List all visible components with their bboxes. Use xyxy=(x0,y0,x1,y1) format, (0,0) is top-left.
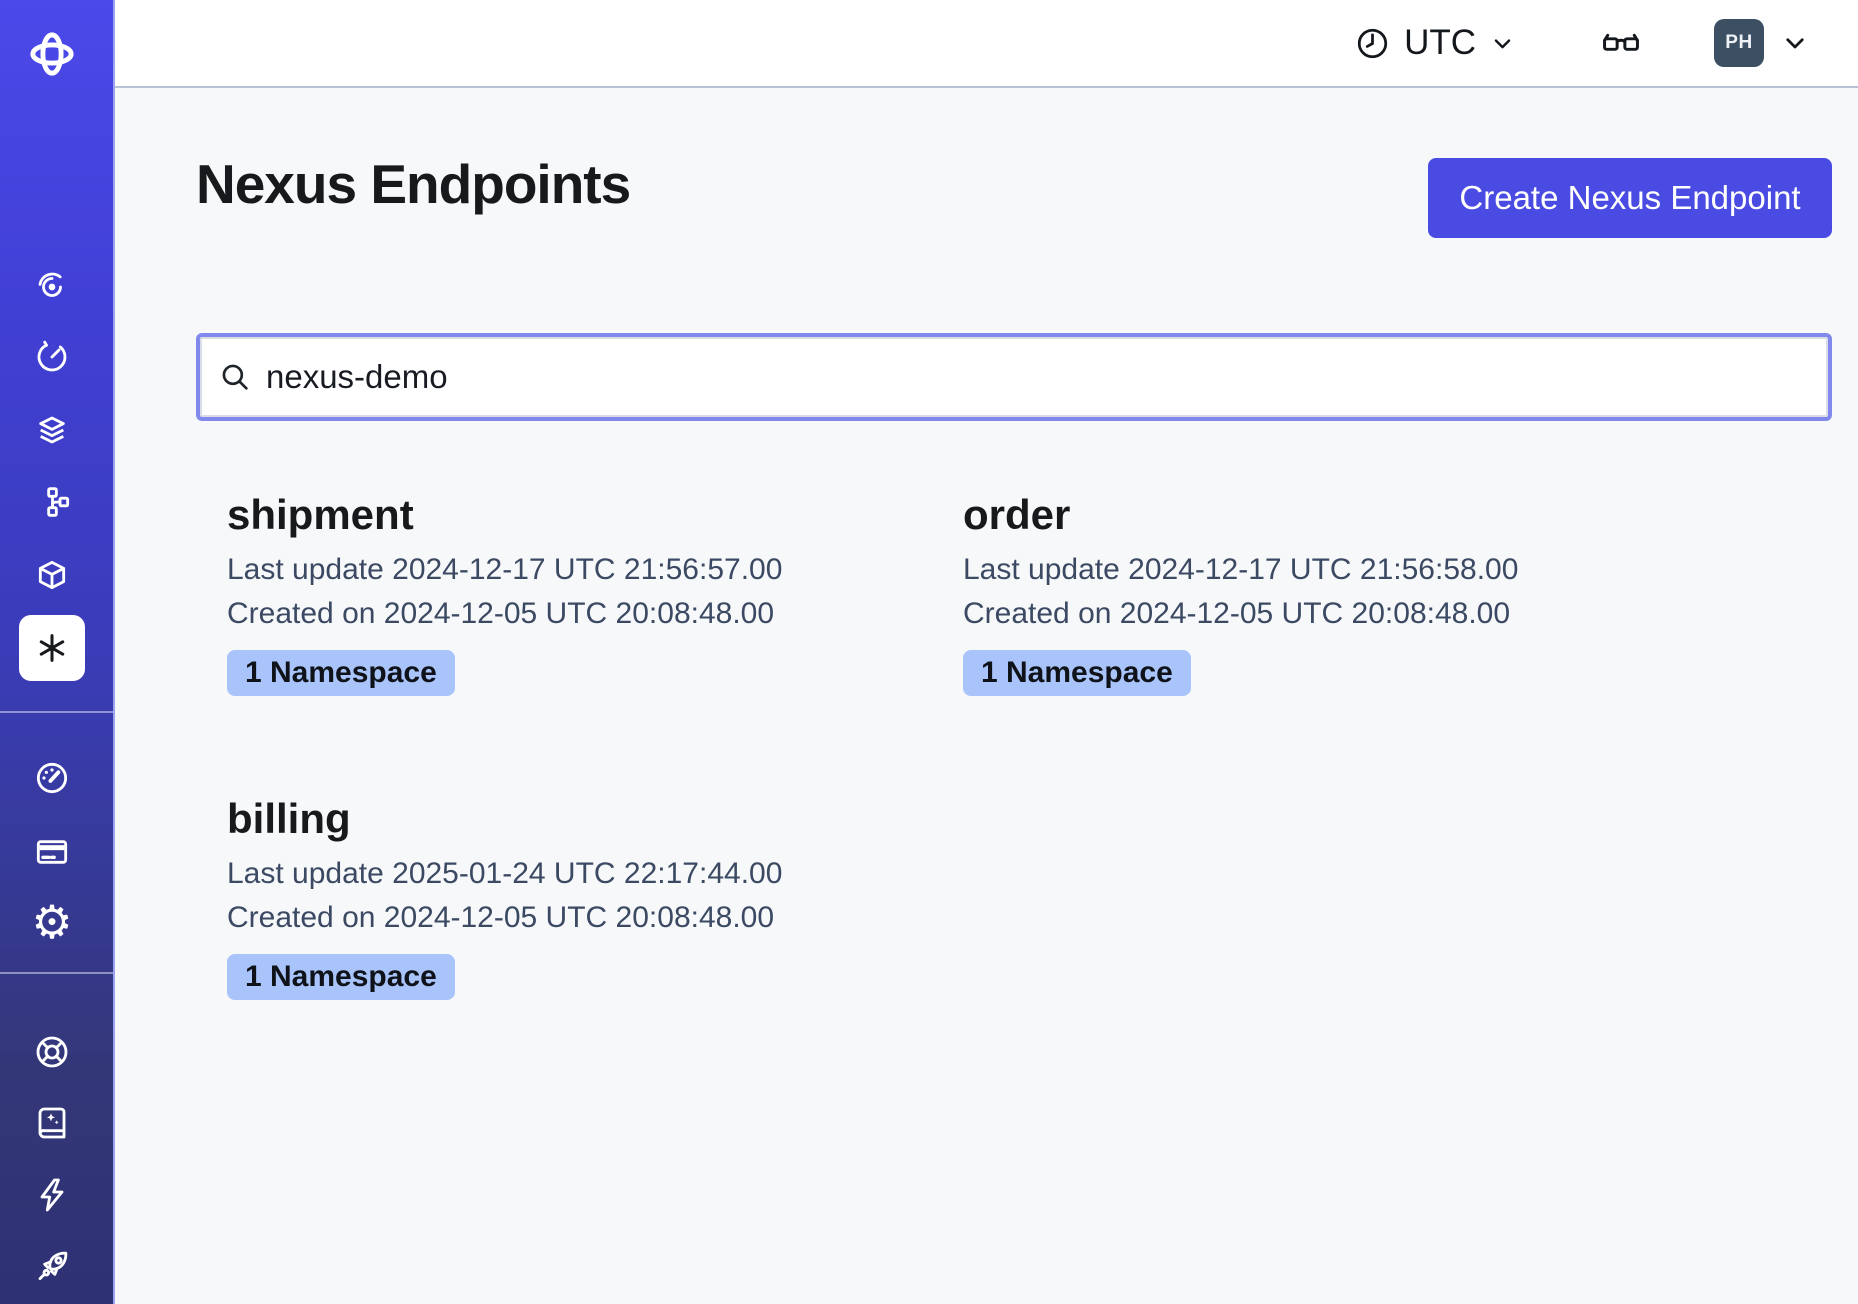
spiral-icon xyxy=(32,267,72,307)
gauge-icon xyxy=(32,758,72,798)
avatar: PH xyxy=(1714,19,1764,67)
glasses-icon xyxy=(1600,22,1642,64)
namespace-badge: 1 Namespace xyxy=(963,650,1191,696)
gear-icon: ⚙ xyxy=(31,899,72,945)
endpoint-created-on: Created on 2024-12-05 UTC 20:08:48.00 xyxy=(963,592,1648,636)
sidebar-item-getting-started[interactable] xyxy=(20,1235,84,1299)
page-title: Nexus Endpoints xyxy=(196,152,630,216)
endpoint-name: order xyxy=(963,490,1648,540)
search-box xyxy=(196,333,1832,421)
lightning-icon xyxy=(32,1175,72,1215)
endpoint-card-shipment[interactable]: shipment Last update 2024-12-17 UTC 21:5… xyxy=(196,464,932,722)
endpoint-card-billing[interactable]: billing Last update 2025-01-24 UTC 22:17… xyxy=(196,768,932,1026)
sidebar-item-nexus[interactable] xyxy=(19,615,85,681)
create-nexus-endpoint-button[interactable]: Create Nexus Endpoint xyxy=(1428,158,1832,238)
sidebar-item-settings[interactable]: ⚙ xyxy=(20,890,84,954)
sidebar-item-feedback[interactable] xyxy=(20,1163,84,1227)
cube-icon xyxy=(32,555,72,595)
endpoint-last-update: Last update 2024-12-17 UTC 21:56:58.00 xyxy=(963,548,1648,592)
asterisk-icon xyxy=(33,629,71,667)
endpoint-created-on: Created on 2024-12-05 UTC 20:08:48.00 xyxy=(227,592,912,636)
layers-icon xyxy=(32,410,72,450)
top-bar: UTC PH xyxy=(115,0,1858,88)
endpoint-last-update: Last update 2024-12-17 UTC 21:56:57.00 xyxy=(227,548,912,592)
sidebar-item-deployments[interactable] xyxy=(20,543,84,607)
search-icon xyxy=(218,360,252,394)
endpoint-last-update: Last update 2025-01-24 UTC 22:17:44.00 xyxy=(227,852,912,896)
endpoint-name: billing xyxy=(227,794,912,844)
sidebar-item-batch-operations[interactable] xyxy=(20,398,84,462)
read-only-mode-button[interactable] xyxy=(1600,22,1642,64)
sidebar-item-schedules[interactable] xyxy=(20,325,84,389)
endpoint-card-order[interactable]: order Last update 2024-12-17 UTC 21:56:5… xyxy=(932,464,1668,722)
timezone-selector[interactable]: UTC xyxy=(1354,23,1516,63)
top-bar-controls: UTC PH xyxy=(1354,0,1810,86)
endpoint-list: shipment Last update 2024-12-17 UTC 21:5… xyxy=(196,464,1668,1026)
sidebar-item-workflows[interactable] xyxy=(20,255,84,319)
network-icon xyxy=(32,482,72,522)
sidebar-item-billing[interactable] xyxy=(20,820,84,884)
chevron-down-icon xyxy=(1780,28,1810,58)
avatar-initials: PH xyxy=(1725,32,1752,54)
search-input[interactable] xyxy=(266,358,1810,396)
sidebar-item-support[interactable] xyxy=(20,1020,84,1084)
sidebar-divider xyxy=(0,711,113,713)
chevron-down-icon xyxy=(1489,30,1516,57)
main-content: Nexus Endpoints Create Nexus Endpoint sh… xyxy=(115,88,1858,1304)
clock-icon xyxy=(1354,25,1391,62)
book-sparkles-icon xyxy=(32,1103,72,1143)
rocket-icon xyxy=(32,1247,72,1287)
app-window: ⚙ xyxy=(0,0,1858,1304)
namespace-badge: 1 Namespace xyxy=(227,650,455,696)
namespace-badge: 1 Namespace xyxy=(227,954,455,1000)
sidebar-item-docs[interactable] xyxy=(20,1091,84,1155)
temporal-logo[interactable] xyxy=(24,26,80,82)
sidebar-item-usage[interactable] xyxy=(20,746,84,810)
endpoint-created-on: Created on 2024-12-05 UTC 20:08:48.00 xyxy=(227,896,912,940)
user-menu[interactable]: PH xyxy=(1714,19,1810,67)
sidebar-item-relationships[interactable] xyxy=(20,470,84,534)
timezone-label: UTC xyxy=(1404,23,1476,63)
timer-icon xyxy=(32,337,72,377)
temporal-logo-icon xyxy=(24,26,80,82)
credit-card-icon xyxy=(32,832,72,872)
life-ring-icon xyxy=(32,1032,72,1072)
sidebar: ⚙ xyxy=(0,0,115,1304)
endpoint-name: shipment xyxy=(227,490,912,540)
sidebar-divider xyxy=(0,972,113,974)
